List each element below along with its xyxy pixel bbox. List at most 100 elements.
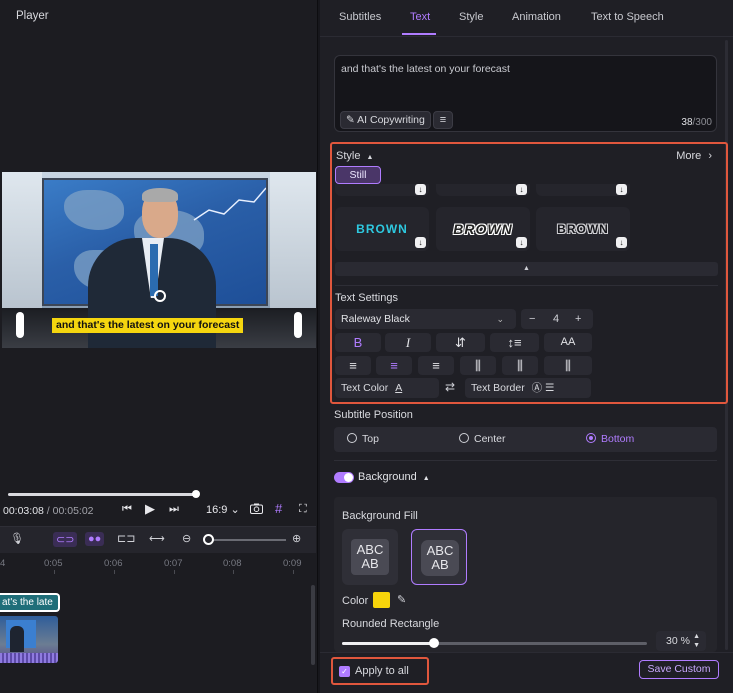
timeline-ruler[interactable]: 4 0:05 0:06 0:07 0:08 0:09: [0, 556, 316, 576]
position-center-radio[interactable]: Center: [459, 433, 506, 445]
align-right-icon[interactable]: ≡: [418, 356, 454, 375]
align-left-icon[interactable]: ≡: [335, 356, 371, 375]
zoom-in-icon[interactable]: ⊕: [292, 532, 301, 545]
rounded-value-input[interactable]: 30 % ▲ ▼: [656, 631, 706, 651]
letter-spacing-icon[interactable]: ⇵: [436, 333, 485, 352]
character-max: /300: [692, 117, 712, 128]
fit-width-icon[interactable]: ⟷: [149, 532, 165, 545]
style-preset-tile[interactable]: ↓: [436, 184, 530, 196]
position-top-radio[interactable]: Top: [347, 433, 379, 445]
style-preset-tile[interactable]: ↓: [536, 184, 630, 196]
split-icon[interactable]: ⊏⊐: [117, 532, 135, 545]
style-preset-brown-cyan[interactable]: BROWN ↓: [335, 207, 429, 251]
apply-to-all-checkbox[interactable]: ✓: [339, 666, 350, 677]
subtitle-text-content[interactable]: and that's the latest on your forecast: [341, 63, 510, 75]
increment-icon[interactable]: +: [575, 309, 581, 329]
download-icon[interactable]: ↓: [616, 237, 627, 248]
radio-circle: [459, 433, 469, 443]
aspect-ratio-select[interactable]: 16:9 ⌄: [206, 503, 240, 516]
rotate-handle-icon[interactable]: [154, 290, 166, 302]
subtitle-text-editor[interactable]: and that's the latest on your forecast ✎…: [334, 55, 717, 132]
scrubber-knob[interactable]: [192, 490, 200, 498]
microphone-icon[interactable]: 🎙: [10, 532, 24, 545]
section-divider: [334, 460, 717, 461]
position-bottom-radio[interactable]: Bottom: [586, 433, 634, 445]
tab-subtitles[interactable]: Subtitles: [339, 11, 381, 23]
spin-arrows-icon[interactable]: ▲ ▼: [693, 631, 700, 650]
collapse-presets-button[interactable]: ▲: [335, 262, 718, 276]
previous-frame-icon[interactable]: ⏮: [122, 503, 132, 516]
still-filter-button[interactable]: Still: [335, 166, 381, 184]
ruler-tick-label: 0:05: [44, 558, 63, 569]
align-center-icon[interactable]: ≡: [376, 356, 412, 375]
font-size-stepper[interactable]: − 4 +: [521, 309, 593, 329]
radio-label: Center: [474, 433, 506, 445]
timeline-scrollbar[interactable]: [311, 585, 315, 665]
background-header[interactable]: Background ▲: [358, 471, 430, 483]
video-preview[interactable]: and that's the latest on your forecast: [2, 172, 316, 348]
text-case-icon[interactable]: AA: [544, 333, 592, 352]
snapshot-icon[interactable]: [250, 503, 263, 517]
play-icon[interactable]: ▶: [145, 501, 155, 517]
fill-option-solid[interactable]: ABC AB: [342, 529, 398, 585]
presenter-tie: [150, 244, 158, 296]
resize-handle-left[interactable]: [16, 312, 24, 338]
download-icon[interactable]: ↓: [516, 184, 527, 195]
tab-animation[interactable]: Animation: [512, 11, 561, 23]
save-custom-button[interactable]: Save Custom: [639, 660, 719, 679]
italic-button[interactable]: I: [385, 333, 431, 352]
ruler-tick-label: 0:08: [223, 558, 242, 569]
time-display: 00:03:08 / 00:05:02: [3, 505, 94, 517]
video-clip[interactable]: [0, 616, 58, 663]
swap-colors-icon[interactable]: ⇄: [445, 380, 455, 394]
apply-to-all-control[interactable]: ✓ Apply to all: [331, 657, 429, 685]
bold-button[interactable]: B: [335, 333, 381, 352]
vertical-align-bottom-icon[interactable]: ⫼: [544, 356, 592, 375]
subtitle-position-label: Subtitle Position: [334, 409, 413, 421]
style-preset-tile[interactable]: ↓: [335, 184, 429, 196]
next-frame-icon[interactable]: ⏭: [169, 503, 179, 516]
download-icon[interactable]: ↓: [616, 184, 627, 195]
style-header[interactable]: Style ▲: [336, 150, 373, 162]
style-preset-brown-comic[interactable]: BROWN ↓: [436, 207, 530, 251]
grid-icon[interactable]: #: [275, 501, 282, 516]
fullscreen-icon[interactable]: ⛶: [299, 503, 307, 516]
zoom-slider-knob[interactable]: [203, 534, 214, 545]
ruler-tick: [174, 570, 175, 574]
text-settings-label: Text Settings: [335, 292, 398, 304]
resize-handle-right[interactable]: [294, 312, 302, 338]
zoom-slider-track[interactable]: [206, 539, 286, 541]
text-color-control[interactable]: Text Color A: [335, 378, 439, 398]
vertical-align-middle-icon[interactable]: ⫼: [502, 356, 538, 375]
background-color-swatch[interactable]: [373, 592, 390, 608]
font-size-value[interactable]: 4: [553, 309, 559, 329]
tab-style[interactable]: Style: [459, 11, 483, 23]
playback-scrubber[interactable]: [8, 493, 196, 496]
text-wrap-icon[interactable]: ≡: [433, 111, 453, 129]
zoom-out-icon[interactable]: ⊖: [182, 532, 191, 545]
vertical-align-top-icon[interactable]: ⫼: [460, 356, 496, 375]
text-clip[interactable]: at's the late: [0, 593, 60, 612]
apply-to-all-label: Apply to all: [355, 665, 409, 677]
font-family-select[interactable]: Raleway Black ⌄: [335, 309, 516, 329]
line-height-icon[interactable]: ↕≡: [490, 333, 539, 352]
background-toggle[interactable]: [334, 472, 354, 483]
tab-text-to-speech[interactable]: Text to Speech: [591, 11, 664, 23]
aspect-ratio-value: 16:9: [206, 504, 228, 516]
link-icon[interactable]: ⊂⊃: [53, 532, 78, 547]
tabs-divider: [320, 36, 733, 37]
rounded-slider-knob[interactable]: [429, 638, 439, 648]
decrement-icon[interactable]: −: [529, 309, 535, 329]
magnet-icon[interactable]: ●●: [85, 532, 105, 546]
download-icon[interactable]: ↓: [415, 237, 426, 248]
ai-copywriting-button[interactable]: ✎ AI Copywriting: [340, 111, 431, 129]
text-border-control[interactable]: Text Border Ⓐ ☰: [465, 378, 591, 398]
more-button[interactable]: More ›: [676, 150, 712, 162]
tab-text[interactable]: Text: [410, 11, 430, 23]
subtitle-caption[interactable]: and that's the latest on your forecast: [52, 318, 244, 333]
fill-option-rounded[interactable]: ABC AB: [411, 529, 467, 585]
style-preset-brown-dark[interactable]: BROWN ↓: [536, 207, 630, 251]
download-icon[interactable]: ↓: [516, 237, 527, 248]
download-icon[interactable]: ↓: [415, 184, 426, 195]
eyedropper-icon[interactable]: ✎: [397, 593, 406, 606]
